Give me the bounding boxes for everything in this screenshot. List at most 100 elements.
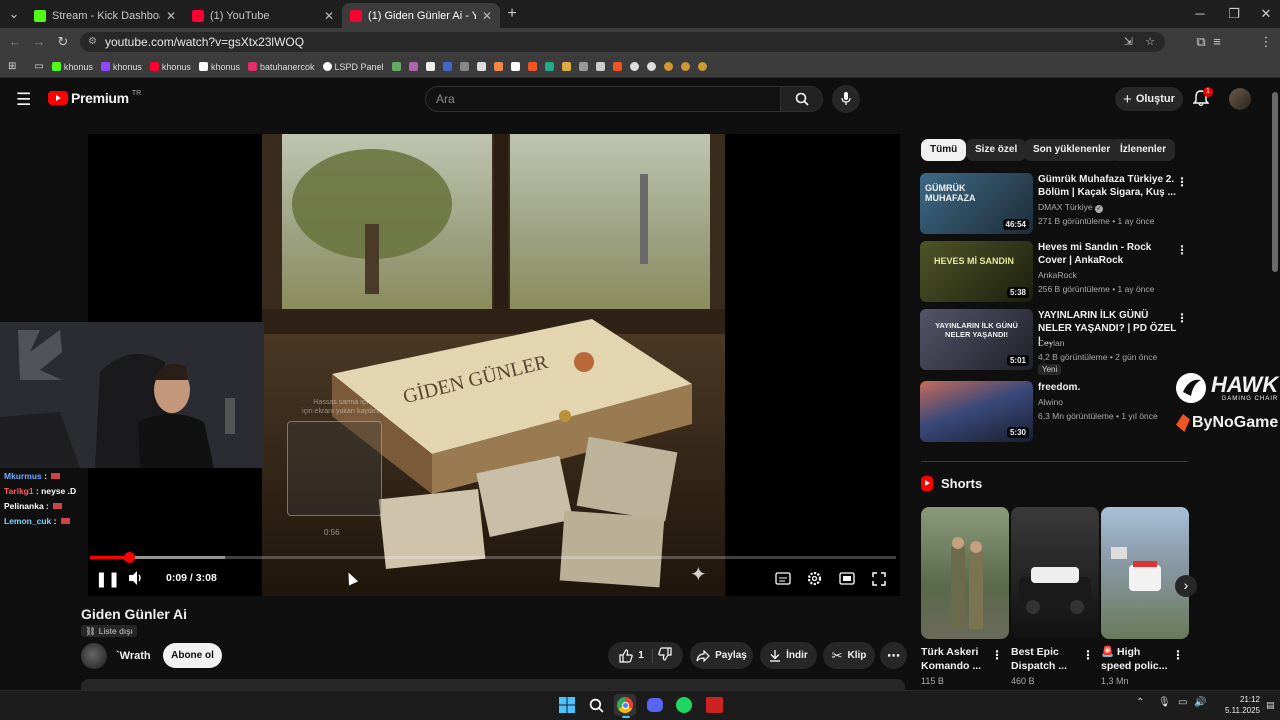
video-title[interactable]: Gümrük Muhafaza Türkiye 2. Bölüm | Kaçak… [1038,173,1178,199]
bookmark-icon[interactable] [544,62,554,71]
bookmark-icon[interactable] [578,62,588,71]
taskbar-discord[interactable] [644,694,666,716]
bookmark-icon[interactable] [493,62,503,71]
back-button[interactable]: ← [6,28,24,56]
channel-name[interactable]: AnkaRock [1038,270,1077,280]
reload-button[interactable]: ↻ [54,28,72,56]
folder-icon[interactable]: ▭ [34,61,43,72]
bookmark-icon[interactable] [527,62,537,71]
recommended-video[interactable]: GÜMRÜK MUHAFAZA 46:54 Gümrük Muhafaza Tü… [920,173,1190,234]
tab-youtube[interactable]: (1) YouTube ✕ [184,3,342,28]
taskbar-chrome[interactable] [614,694,636,716]
youtube-logo[interactable]: Premium TR [48,90,141,106]
description-box[interactable] [81,679,905,690]
recommended-video[interactable]: YAYINLARIN İLK GÜNÜ NELER YAŞANDI! 5:01 … [920,309,1190,375]
tab-kick-dashboard[interactable]: Stream - Kick Dashboard ✕ [26,3,184,28]
bookmark-icon[interactable] [442,62,452,71]
subtitles-button[interactable] [775,572,791,590]
pause-button[interactable]: ❚❚ [95,570,120,588]
bookmark-icon[interactable] [612,62,622,71]
bookmark-icon[interactable] [476,62,486,71]
chip-for-you[interactable]: Size özel [966,139,1027,161]
more-actions-icon[interactable]: ⋮ [1176,175,1188,189]
channel-avatar[interactable] [81,643,107,669]
taskbar-spotify[interactable] [673,694,695,716]
bookmark-icon[interactable] [510,62,520,71]
video-title[interactable]: Heves mi Sandın - Rock Cover | AnkaRock [1038,241,1178,267]
short-title[interactable]: 🚨 High speed polic... [1101,645,1171,673]
taskbar-search-button[interactable] [585,694,607,716]
chip-recent[interactable]: Son yüklenenler [1024,139,1120,161]
bookmark-icon[interactable] [629,62,639,71]
bookmark-item[interactable]: batuhanercok [247,62,315,72]
bookmark-icon[interactable] [663,62,673,71]
scrollbar-thumb[interactable] [1272,92,1278,272]
more-actions-button[interactable]: ⋯ [880,642,907,669]
short-title[interactable]: Türk Askeri Komando ... [921,645,991,673]
maximize-button[interactable]: ❐ [1224,0,1244,28]
new-tab-button[interactable]: + [504,0,520,28]
bookmark-item[interactable]: khonus [100,62,142,72]
bookmark-icon[interactable] [680,62,690,71]
video-thumbnail[interactable]: GÜMRÜK MUHAFAZA 46:54 [920,173,1033,234]
bookmark-item[interactable]: khonus [198,62,240,72]
apps-icon[interactable]: ⊞ [8,61,16,72]
browser-menu-icon[interactable]: ⋮ [1258,28,1274,56]
forward-button[interactable]: → [30,28,48,56]
dislike-button[interactable] [658,647,672,664]
bookmark-icon[interactable] [697,62,707,71]
more-actions-icon[interactable]: ⋮ [991,648,1003,662]
bookmark-icon[interactable] [391,62,401,71]
bookmark-item[interactable]: khonus [149,62,191,72]
search-input[interactable]: Ara [425,86,781,112]
channel-name[interactable]: `Wrath [116,650,151,662]
speaker-icon[interactable]: 🔊 [1194,697,1206,708]
taskbar-streaming-app[interactable] [703,694,725,716]
shorts-next-button[interactable]: › [1175,575,1197,597]
video-thumbnail[interactable]: YAYINLARIN İLK GÜNÜ NELER YAŞANDI! 5:01 [920,309,1033,370]
more-actions-icon[interactable]: ⋮ [1172,648,1184,662]
download-button[interactable]: İndir [760,642,817,669]
close-icon[interactable]: ✕ [482,9,492,23]
theater-mode-button[interactable] [839,572,855,590]
scrubber-handle[interactable] [123,552,135,563]
video-thumbnail[interactable]: HEVES Mİ SANDIN 5:38 [920,241,1033,302]
media-icon[interactable]: ≡ [1208,28,1226,56]
more-actions-icon[interactable]: ⋮ [1176,243,1188,257]
recommended-video[interactable]: HEVES Mİ SANDIN 5:38 Heves mi Sandın - R… [920,241,1190,302]
video-thumbnail[interactable]: 5:30 [920,381,1033,442]
like-button[interactable]: 1 [619,648,653,663]
start-button[interactable] [556,694,578,716]
voice-search-button[interactable] [832,85,860,113]
bookmark-icon[interactable] [595,62,605,71]
chip-watched[interactable]: İzlenenler [1111,139,1176,161]
page-scrollbar[interactable] [1272,88,1278,688]
notifications-button[interactable]: 1 [1192,87,1213,108]
short-thumbnail[interactable] [1101,507,1189,639]
fullscreen-button[interactable] [872,572,886,591]
tab-giden-gunler[interactable]: (1) Giden Günler Ai - YouTu ✕ [342,3,500,28]
clip-button[interactable]: ✂ Klip [823,642,875,669]
more-actions-icon[interactable]: ⋮ [1082,648,1094,662]
chip-all[interactable]: Tümü [921,139,967,161]
notification-center-icon[interactable]: ▤ [1266,700,1275,711]
short-thumbnail[interactable] [1011,507,1099,639]
video-title[interactable]: freedom. [1038,381,1178,394]
bookmark-icon[interactable] [459,62,469,71]
channel-name[interactable]: Alwino [1038,397,1063,407]
account-avatar[interactable] [1229,88,1251,110]
site-info-icon[interactable]: ⚙ [88,32,97,52]
more-actions-icon[interactable]: ⋮ [1176,311,1188,325]
recommended-video[interactable]: 5:30 freedom. Alwino 6,3 Mn görüntüleme … [920,381,1190,442]
microphone-tray-icon[interactable]: 🎙 [1158,697,1171,708]
settings-button[interactable] [807,571,822,591]
minimize-button[interactable]: ─ [1190,0,1210,28]
network-icon[interactable]: ▭ [1178,697,1187,708]
mute-button[interactable] [128,571,144,590]
short-title[interactable]: Best Epic Dispatch ... [1011,645,1081,673]
bookmark-icon[interactable] [408,62,418,71]
short-thumbnail[interactable] [921,507,1009,639]
search-button[interactable] [781,86,823,112]
bookmark-icon[interactable] [561,62,571,71]
create-button[interactable]: + Oluştur [1115,87,1183,111]
